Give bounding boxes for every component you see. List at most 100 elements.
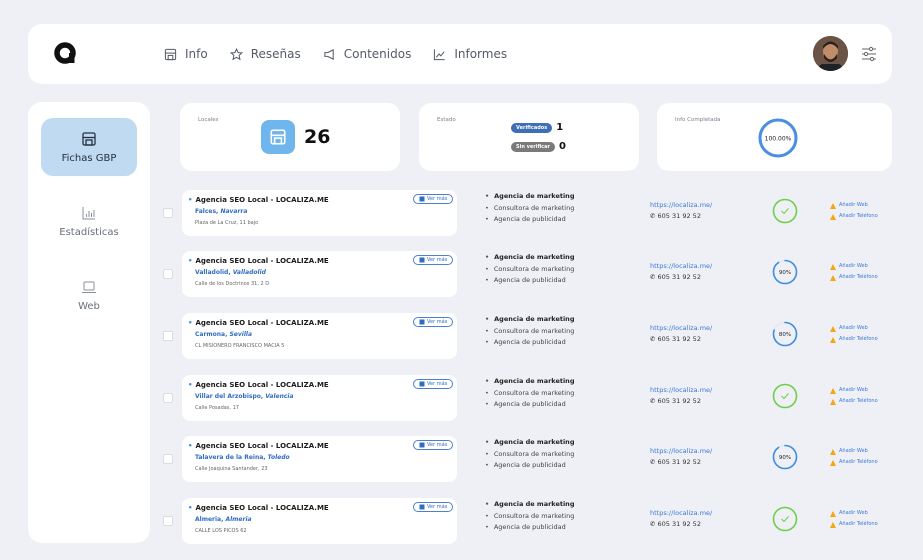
verified-row: Verificados 1 <box>511 122 563 133</box>
row-checkbox[interactable] <box>163 454 173 464</box>
add-phone-warning[interactable]: Añadir Teléfono <box>830 396 878 407</box>
table-row: • Agencia SEO Local - LOCALIZA.ME Almeria… <box>160 498 910 548</box>
app-logo-icon[interactable] <box>54 42 76 64</box>
business-card[interactable]: • Agencia SEO Local - LOCALIZA.ME Vallado… <box>182 251 457 297</box>
categories-list: Agencia de marketing Consultora de marke… <box>485 252 575 287</box>
sidebar-item-estadisticas[interactable]: Estadísticas <box>41 192 137 250</box>
ver-mas-button[interactable]: Ver más <box>413 379 454 389</box>
nav-resenas[interactable]: Reseñas <box>229 47 301 61</box>
warning-icon <box>830 325 836 332</box>
add-web-warning[interactable]: Añadir Web <box>830 200 878 211</box>
check-icon <box>781 393 789 400</box>
phone-icon: ✆ <box>650 273 656 281</box>
categories-list: Agencia de marketing Consultora de marke… <box>485 499 575 534</box>
table-row: • Agencia SEO Local - LOCALIZA.ME Carmona… <box>160 313 910 363</box>
categories-list: Agencia de marketing Consultora de marke… <box>485 314 575 349</box>
row-checkbox[interactable] <box>163 269 173 279</box>
warnings-list: Añadir Web Añadir Teléfono <box>830 446 878 468</box>
verified-badge[interactable]: Verificados <box>511 122 553 133</box>
top-bar: Info Reseñas Contenidos Informes <box>28 24 892 84</box>
business-location: Villar del Arzobispo, Valencia <box>195 393 294 400</box>
business-card[interactable]: • Agencia SEO Local - LOCALIZA.ME Villar … <box>182 375 457 421</box>
website-link[interactable]: https://localiza.me/ <box>650 386 712 394</box>
nav-informes[interactable]: Informes <box>433 47 507 61</box>
phone-number: ✆ 605 31 92 52 <box>650 273 701 281</box>
ver-mas-button[interactable]: Ver más <box>413 255 454 265</box>
estado-card: Estado Verificados 1 Sin verificar 0 <box>419 103 639 171</box>
warning-icon <box>830 263 836 270</box>
ver-mas-button[interactable]: Ver más <box>413 194 454 204</box>
warning-icon <box>830 398 836 405</box>
ver-mas-button[interactable]: Ver más <box>413 317 454 327</box>
main-nav: Info Reseñas Contenidos Informes <box>164 24 507 84</box>
business-name: • Agencia SEO Local - LOCALIZA.ME <box>188 381 329 389</box>
warnings-list: Añadir Web Añadir Teléfono <box>830 323 878 345</box>
business-address: CALLE LOS PICOS 62 <box>195 528 247 534</box>
laptop-icon <box>82 281 96 293</box>
website-link[interactable]: https://localiza.me/ <box>650 262 712 270</box>
add-web-warning[interactable]: Añadir Web <box>830 446 878 457</box>
website-link[interactable]: https://localiza.me/ <box>650 447 712 455</box>
info-completada-label: Info Completada <box>675 117 721 123</box>
add-phone-warning[interactable]: Añadir Teléfono <box>830 211 878 222</box>
business-address: Calle Joaquina Santander, 23 <box>195 466 268 472</box>
settings-sliders-icon[interactable] <box>860 45 878 63</box>
add-web-warning[interactable]: Añadir Web <box>830 261 878 272</box>
category-item: Agencia de marketing <box>485 437 574 449</box>
row-checkbox[interactable] <box>163 208 173 218</box>
business-card[interactable]: • Agencia SEO Local - LOCALIZA.ME Almeria… <box>182 498 457 544</box>
store-icon <box>419 319 425 325</box>
nav-info[interactable]: Info <box>164 47 208 61</box>
unverified-badge[interactable]: Sin verificar <box>511 141 555 152</box>
add-phone-warning[interactable]: Añadir Teléfono <box>830 272 878 283</box>
business-location: Talavera de la Reina, Toledo <box>195 454 290 461</box>
completion-progress <box>772 506 798 532</box>
warning-icon <box>830 510 836 517</box>
category-item: Consultora de marketing <box>485 388 575 400</box>
business-name: • Agencia SEO Local - LOCALIZA.ME <box>188 319 329 327</box>
info-completada-card: Info Completada 100.00% <box>657 103 892 171</box>
categories-list: Agencia de marketing Consultora de marke… <box>485 191 575 226</box>
category-item: Agencia de publicidad <box>485 399 574 411</box>
locales-card: Locales 26 <box>180 103 400 171</box>
table-row: • Agencia SEO Local - LOCALIZA.ME Vallado… <box>160 251 910 301</box>
unverified-count: 0 <box>558 141 566 152</box>
table-row: • Agencia SEO Local - LOCALIZA.ME Falces,… <box>160 190 910 240</box>
row-checkbox[interactable] <box>163 331 173 341</box>
ver-mas-button[interactable]: Ver más <box>413 440 454 450</box>
business-card[interactable]: • Agencia SEO Local - LOCALIZA.ME Talaver… <box>182 436 457 482</box>
info-completada-value: 100.00% <box>765 136 792 143</box>
row-checkbox[interactable] <box>163 516 173 526</box>
add-phone-warning[interactable]: Añadir Teléfono <box>830 334 878 345</box>
category-item: Agencia de marketing <box>485 376 574 388</box>
add-phone-warning[interactable]: Añadir Teléfono <box>830 457 878 468</box>
unverified-row: Sin verificar 0 <box>511 141 566 152</box>
nav-contenidos[interactable]: Contenidos <box>323 47 412 61</box>
nav-contenidos-label: Contenidos <box>343 47 412 61</box>
add-phone-warning[interactable]: Añadir Teléfono <box>830 519 878 530</box>
bar-chart-icon <box>82 206 95 219</box>
warning-icon <box>830 202 836 209</box>
sidebar-item-web[interactable]: Web <box>41 266 137 324</box>
business-card[interactable]: • Agencia SEO Local - LOCALIZA.ME Carmona… <box>182 313 457 359</box>
ver-mas-button[interactable]: Ver más <box>413 502 454 512</box>
business-location: Almeria, Almeria <box>195 516 252 523</box>
completion-arc <box>772 198 798 224</box>
business-address: Calle de los Doctrinos 31, 2 D <box>195 281 270 287</box>
add-web-warning[interactable]: Añadir Web <box>830 385 878 396</box>
add-web-warning[interactable]: Añadir Web <box>830 323 878 334</box>
website-link[interactable]: https://localiza.me/ <box>650 324 712 332</box>
store-icon <box>270 129 286 145</box>
completion-progress: 90% <box>772 444 798 470</box>
phone-number: ✆ 605 31 92 52 <box>650 212 701 220</box>
website-link[interactable]: https://localiza.me/ <box>650 509 712 517</box>
user-avatar[interactable] <box>813 36 848 71</box>
row-checkbox[interactable] <box>163 393 173 403</box>
business-card[interactable]: • Agencia SEO Local - LOCALIZA.ME Falces,… <box>182 190 457 236</box>
category-item: Agencia de marketing <box>485 499 574 511</box>
website-link[interactable]: https://localiza.me/ <box>650 201 712 209</box>
add-web-warning[interactable]: Añadir Web <box>830 508 878 519</box>
warning-icon <box>830 387 836 394</box>
sidebar-item-fichas-gbp[interactable]: Fichas GBP <box>41 118 137 176</box>
store-icon <box>419 196 425 202</box>
